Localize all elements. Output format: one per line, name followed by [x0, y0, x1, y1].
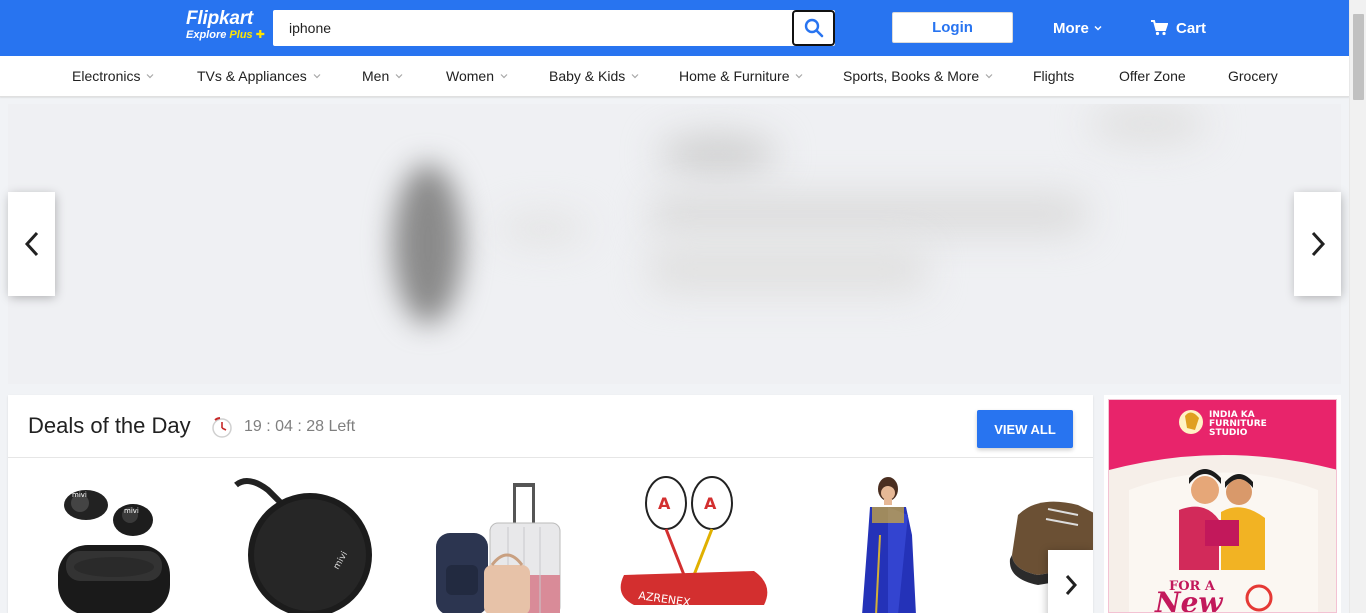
category-sports-books[interactable]: Sports, Books & More — [843, 56, 993, 96]
category-grocery[interactable]: Grocery — [1228, 56, 1278, 96]
top-header: Flipkart Explore Plus ✚ Login More Cart — [0, 0, 1349, 56]
banner-next-button[interactable] — [1294, 192, 1341, 296]
logo-text: Flipkart — [186, 8, 254, 29]
furniture-studio-logo: INDIA KA FURNITURE STUDIO FOR A New — [1109, 410, 1336, 613]
category-bar: Electronics TVs & Appliances Men Women B… — [0, 56, 1349, 97]
speaker-image: mivi — [234, 478, 372, 613]
deal-item-saree[interactable] — [828, 475, 998, 613]
chevron-down-icon — [395, 74, 403, 79]
chevron-down-icon — [147, 74, 154, 79]
category-offer-zone[interactable]: Offer Zone — [1119, 56, 1186, 96]
chevron-down-icon — [500, 74, 508, 79]
chevron-right-icon — [1065, 575, 1077, 595]
banner-blur-shape — [393, 164, 463, 324]
timer-text: 19 : 04 : 28 Left — [244, 418, 356, 435]
category-women[interactable]: Women — [446, 56, 508, 96]
search-icon — [804, 18, 823, 38]
banner-blur-shape — [658, 134, 778, 174]
deals-header: Deals of the Day 19 : 04 : 28 Left VIEW … — [8, 395, 1093, 458]
more-label: More — [1053, 19, 1089, 37]
ad-image: INDIA KA FURNITURE STUDIO FOR A New — [1108, 399, 1337, 613]
deal-item-badminton[interactable]: A A AZRENEX — [614, 475, 784, 613]
chevron-down-icon — [796, 74, 803, 79]
banner-prev-button[interactable] — [8, 192, 55, 296]
banner-carousel[interactable] — [8, 104, 1341, 384]
category-label: Grocery — [1228, 68, 1278, 84]
luggage-image — [436, 483, 561, 613]
svg-text:A: A — [658, 494, 671, 513]
category-electronics[interactable]: Electronics — [72, 56, 154, 96]
deals-title: Deals of the Day — [28, 413, 191, 438]
category-label: Women — [446, 68, 494, 84]
category-label: Men — [362, 68, 390, 84]
svg-text:mivi: mivi — [72, 491, 87, 499]
category-flights[interactable]: Flights — [1033, 56, 1074, 96]
banner-blur-shape — [648, 194, 1088, 234]
furniture-ad-banner[interactable]: INDIA KA FURNITURE STUDIO FOR A New — [1104, 395, 1341, 613]
banner-blur-shape — [648, 244, 928, 294]
deals-next-button[interactable] — [1048, 550, 1093, 613]
banner-blur-shape — [1088, 104, 1208, 144]
search-button[interactable] — [792, 10, 835, 46]
category-baby-kids[interactable]: Baby & Kids — [549, 56, 639, 96]
scrollbar-thumb[interactable] — [1353, 14, 1364, 100]
logo-plus: Plus — [229, 29, 253, 41]
search-input[interactable] — [273, 10, 791, 46]
category-label: TVs & Appliances — [197, 68, 307, 84]
flipkart-logo[interactable]: Flipkart Explore Plus ✚ — [186, 9, 266, 45]
category-men[interactable]: Men — [362, 56, 403, 96]
banner-blur-shape — [498, 214, 588, 244]
category-label: Home & Furniture — [679, 68, 790, 84]
plus-icon: ✚ — [255, 29, 265, 41]
chevron-left-icon — [24, 231, 38, 257]
category-tvs-appliances[interactable]: TVs & Appliances — [197, 56, 321, 96]
category-label: Baby & Kids — [549, 68, 626, 84]
deals-timer: 19 : 04 : 28 Left — [210, 415, 355, 439]
clock-icon — [212, 417, 232, 438]
deals-of-the-day: Deals of the Day 19 : 04 : 28 Left VIEW … — [8, 395, 1093, 613]
chevron-down-icon — [313, 74, 321, 79]
page-scrollbar[interactable] — [1349, 0, 1366, 613]
category-label: Flights — [1033, 68, 1075, 84]
cart-icon — [1151, 20, 1168, 36]
ad-text: New — [1154, 586, 1223, 613]
deal-item-speaker[interactable]: mivi — [228, 475, 398, 613]
ad-text: STUDIO — [1209, 428, 1248, 438]
chevron-down-icon — [631, 74, 639, 79]
category-home-furniture[interactable]: Home & Furniture — [679, 56, 803, 96]
logo-explore: Explore — [186, 29, 227, 41]
search-box — [273, 10, 835, 46]
chevron-right-icon — [1311, 231, 1325, 257]
saree-image — [862, 477, 916, 613]
deal-item-earbuds[interactable]: mivi mivi — [38, 475, 208, 613]
svg-text:A: A — [704, 494, 717, 513]
category-label: Sports, Books & More — [843, 68, 980, 84]
chevron-down-icon — [985, 74, 993, 79]
logo-subtext: Explore Plus ✚ — [186, 29, 266, 42]
view-all-button[interactable]: VIEW ALL — [977, 410, 1073, 448]
more-menu[interactable]: More — [1053, 17, 1103, 39]
chevron-down-icon — [1094, 25, 1102, 31]
deal-item-luggage[interactable] — [428, 475, 598, 613]
earbuds-image: mivi mivi — [58, 490, 170, 613]
category-label: Electronics — [72, 68, 141, 84]
badminton-racket-image: A A AZRENEX — [620, 476, 768, 609]
cart-label: Cart — [1176, 19, 1207, 37]
category-label: Offer Zone — [1119, 68, 1186, 84]
cart-link[interactable]: Cart — [1150, 17, 1206, 39]
login-button[interactable]: Login — [892, 12, 1013, 43]
svg-text:mivi: mivi — [124, 507, 139, 515]
